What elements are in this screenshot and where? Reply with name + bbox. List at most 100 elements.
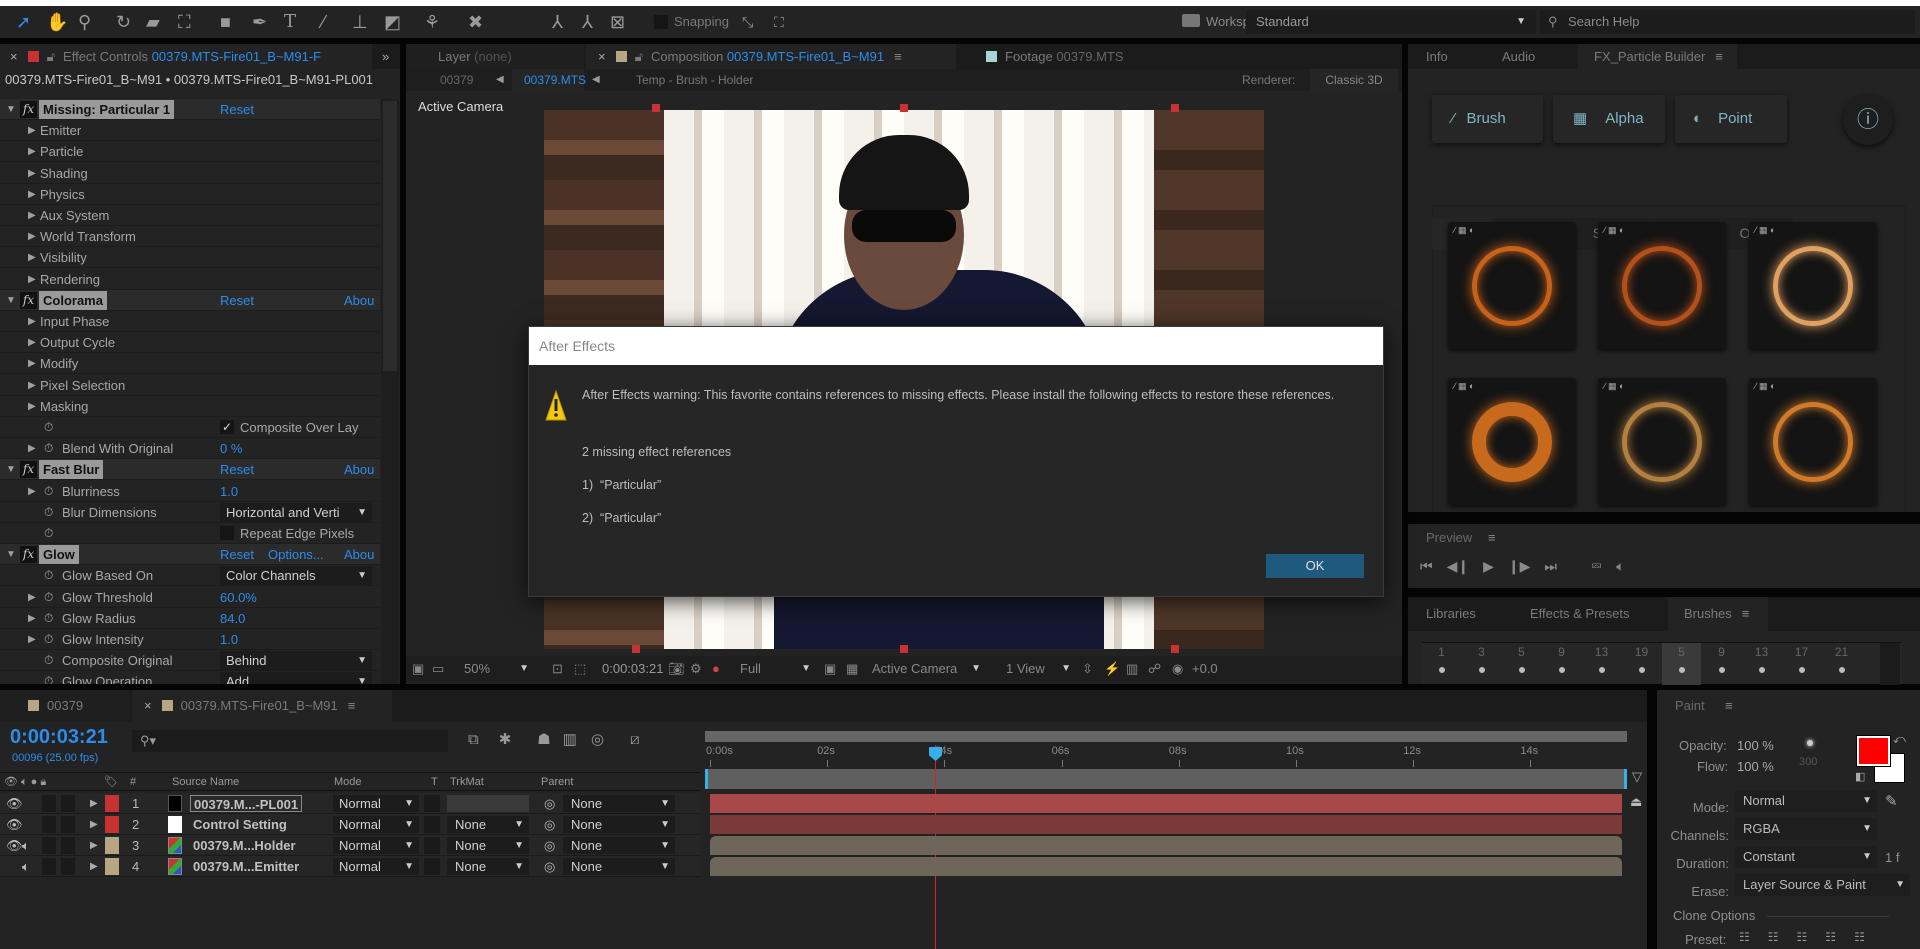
twirl-right-icon[interactable]: ▶ — [90, 795, 98, 812]
twirl-right-icon[interactable]: ▶ — [28, 629, 36, 650]
preset-thumbnail[interactable]: ⁄ ▦ ◐ — [1598, 222, 1726, 349]
show-snapshot-icon[interactable]: ⚙ — [690, 656, 702, 682]
brush-tip[interactable]: 13 — [1742, 643, 1781, 685]
effect-property-row[interactable]: ▶ Shading — [0, 163, 380, 184]
zoom-tool-icon[interactable]: ⚲ — [78, 10, 91, 34]
trkmat-dropdown[interactable]: None ▼ — [447, 816, 529, 833]
property-dropdown[interactable]: Horizontal and Verti ▼ — [220, 502, 372, 522]
tab-brushes[interactable]: Brushes ≡ — [1668, 597, 1768, 631]
effect-name[interactable]: Fast Blur — [39, 460, 104, 480]
layer-handle[interactable] — [1171, 645, 1179, 653]
graph-editor-icon[interactable]: ⧄ — [630, 731, 640, 748]
lock-switch[interactable] — [61, 795, 75, 812]
effect-property-row[interactable]: ▶ Particle — [0, 141, 380, 163]
work-area-bar[interactable] — [705, 769, 1627, 789]
lock-icon[interactable]: 🔓︎ — [635, 49, 643, 64]
twirl-right-icon[interactable]: ▶ — [90, 816, 98, 833]
panel-overflow-icon[interactable]: » — [382, 44, 389, 69]
audio-toggle-icon[interactable]: 🔈︎ — [22, 858, 30, 875]
brush-tip[interactable]: 3 — [1462, 643, 1501, 685]
effect-controls-scrollbar[interactable] — [381, 99, 399, 684]
flow-value[interactable]: 100 % — [1737, 759, 1774, 774]
breadcrumb-item[interactable]: Temp - Brush - Holder — [636, 69, 753, 91]
effect-property-row[interactable]: ▶ Physics — [0, 184, 380, 205]
reset-link[interactable]: Reset — [220, 290, 254, 311]
eyedropper-icon[interactable]: ✎ — [1885, 792, 1898, 810]
effect-property-row[interactable]: ▶ ⏱ Blurriness 1.0 — [0, 481, 380, 502]
mode-dropdown[interactable]: Normal ▼ — [1735, 790, 1877, 812]
close-icon[interactable]: × — [10, 49, 18, 64]
snap-features-icon[interactable]: ⛶ — [774, 10, 784, 34]
checkbox[interactable] — [220, 526, 234, 540]
tab-effect-controls[interactable]: × 🔓︎ Effect Controls 00379.MTS-Fire01_B~M9… — [0, 44, 372, 69]
parent-pickwhip-icon[interactable]: ◎ — [544, 837, 555, 854]
selection-tool-icon[interactable]: ➚ — [16, 10, 31, 34]
stopwatch-icon[interactable]: ⏱ — [44, 417, 53, 438]
layer-search-input[interactable]: ⚲▾ — [132, 730, 448, 752]
twirl-down-icon[interactable]: ▼ — [6, 290, 16, 311]
toggle-transparency-icon[interactable]: ▦ — [846, 656, 858, 682]
fx-icon[interactable]: fx — [20, 461, 37, 479]
trkmat-dropdown[interactable]: None ▼ — [447, 837, 529, 854]
puppet-pin-tool-icon[interactable]: ✖ — [468, 10, 483, 34]
label-color[interactable] — [105, 816, 119, 833]
stopwatch-icon[interactable]: ⏱ — [44, 650, 53, 671]
stopwatch-icon[interactable]: ⏱ — [44, 565, 53, 586]
twirl-right-icon[interactable]: ▶ — [28, 608, 36, 629]
lock-icon[interactable]: 🔓︎ — [47, 49, 55, 64]
panel-menu-icon[interactable]: ≡ — [1725, 698, 1733, 713]
workspace-sync-icon[interactable] — [1182, 14, 1200, 27]
stopwatch-icon[interactable]: ⏱ — [44, 671, 53, 684]
layer-row[interactable]: 👁︎ 🔈︎ ▶ 3 00379.M...Holder Normal ▼ None ▼ ◎ None ▼ — [0, 835, 700, 856]
property-value[interactable]: 1.0 — [220, 629, 238, 650]
layer-row[interactable]: 👁︎ ▶ 2 Control Setting Normal ▼ None ▼ ◎ None ▼ — [0, 814, 700, 835]
solo-switch[interactable] — [42, 795, 56, 812]
preview-toggle-icon[interactable]: ▣ — [412, 656, 424, 682]
preset-thumbnail[interactable]: ⁄ ▦ ◐ — [1749, 222, 1877, 349]
twirl-right-icon[interactable]: ▶ — [28, 438, 36, 459]
breadcrumb-item[interactable]: 00379 — [440, 69, 473, 91]
effect-property-row[interactable]: ▶ ⏱ Glow Radius 84.0 — [0, 608, 380, 629]
brush-tip[interactable]: 9 — [1702, 643, 1741, 685]
twirl-right-icon[interactable]: ▶ — [28, 311, 36, 332]
parent-dropdown[interactable]: None ▼ — [563, 816, 675, 833]
effect-header[interactable]: ▼ fx Colorama Reset Abou — [0, 289, 380, 311]
preserve-transparency-toggle[interactable] — [424, 858, 440, 875]
swap-colors-icon[interactable]: ⤺ — [1893, 732, 1906, 747]
alpha-mode-button[interactable]: ▦ Alpha — [1553, 95, 1665, 143]
foreground-color-swatch[interactable] — [1856, 735, 1891, 767]
tab-layer[interactable]: Layer (none) — [406, 44, 584, 69]
twirl-right-icon[interactable]: ▶ — [28, 481, 36, 502]
resolution-dropdown[interactable]: Full ▼ — [740, 656, 816, 682]
channels-dropdown[interactable]: RGBA ▼ — [1735, 818, 1877, 840]
video-toggle-eye-icon[interactable]: 👁︎ — [6, 795, 23, 812]
info-button[interactable]: ⓘ — [1843, 95, 1893, 145]
preset-thumbnail[interactable]: ⁄ ▦ ◐ — [1749, 378, 1877, 505]
layer-duration-bar[interactable] — [710, 836, 1622, 855]
camera-dropdown[interactable]: Active Camera ▼ — [872, 656, 986, 682]
mode-dropdown[interactable]: Normal ▼ — [333, 858, 419, 875]
twirl-down-icon[interactable]: ▼ — [6, 99, 16, 120]
roto-brush-tool-icon[interactable]: ⚘ — [424, 10, 440, 34]
snapshot-icon[interactable]: 📷︎ — [668, 656, 685, 682]
brush-tip[interactable]: 5 — [1502, 643, 1541, 685]
effect-property-row[interactable]: ▶ Emitter — [0, 120, 380, 142]
preserve-transparency-toggle[interactable] — [424, 837, 440, 854]
effect-property-row[interactable]: ▶ Output Cycle — [0, 332, 380, 354]
label-color[interactable] — [105, 837, 119, 854]
panel-menu-icon[interactable]: ≡ — [348, 698, 356, 713]
stopwatch-icon[interactable]: ⏱ — [44, 523, 53, 544]
effect-property-row[interactable]: ▶ ⏱ Glow Intensity 1.0 — [0, 629, 380, 650]
stopwatch-icon[interactable]: ⏱ — [44, 438, 53, 459]
parent-dropdown[interactable]: None ▼ — [563, 837, 675, 854]
renderer-button[interactable]: Classic 3D — [1310, 69, 1398, 91]
layer-duration-bar[interactable] — [710, 857, 1622, 876]
pen-tool-icon[interactable]: ✒ — [252, 10, 267, 34]
exposure-value[interactable]: +0.0 — [1192, 656, 1218, 682]
property-dropdown[interactable]: Color Channels ▼ — [220, 566, 372, 586]
brush-tool-icon[interactable]: ⁄ — [322, 10, 325, 34]
ok-button[interactable]: OK — [1266, 554, 1364, 578]
twirl-right-icon[interactable]: ▶ — [28, 353, 36, 374]
effect-header[interactable]: ▼ fx Fast Blur Reset Abou — [0, 459, 380, 481]
flowchart-icon[interactable]: ☍ — [1148, 656, 1161, 682]
